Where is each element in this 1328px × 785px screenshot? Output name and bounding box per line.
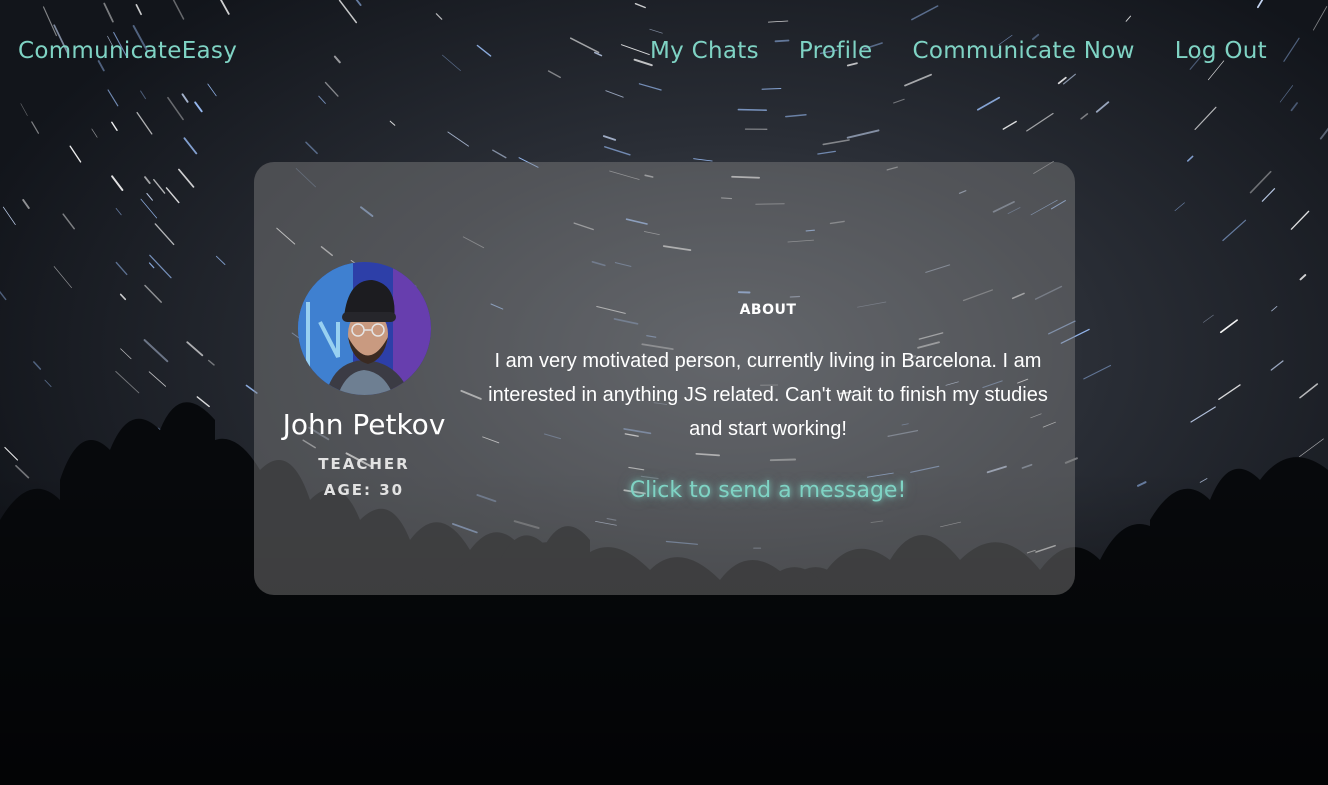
nav-link-communicate-now[interactable]: Communicate Now: [913, 38, 1135, 64]
profile-card: John Petkov TEACHER AGE: 30 ABOUT I am v…: [254, 162, 1075, 595]
profile-name: John Petkov: [282, 408, 446, 441]
avatar-image: [297, 262, 431, 395]
send-message-link[interactable]: Click to send a message!: [630, 478, 907, 503]
brand-logo-link[interactable]: CommunicateEasy: [18, 38, 237, 64]
top-navbar: CommunicateEasy My Chats Profile Communi…: [0, 0, 1328, 108]
nav-link-log-out[interactable]: Log Out: [1175, 38, 1267, 64]
profile-age: AGE: 30: [323, 481, 405, 499]
profile-role: TEACHER: [318, 455, 410, 473]
nav-link-profile[interactable]: Profile: [799, 38, 873, 64]
about-text: I am very motivated person, currently li…: [488, 350, 1048, 440]
profile-summary: John Petkov TEACHER AGE: 30: [254, 262, 474, 499]
avatar: [297, 262, 431, 395]
about-heading: ABOUT: [739, 302, 797, 318]
nav-links: My Chats Profile Communicate Now Log Out: [650, 38, 1267, 64]
about-section: ABOUT I am very motivated person, curren…: [469, 302, 1067, 503]
nav-link-my-chats[interactable]: My Chats: [650, 38, 759, 64]
